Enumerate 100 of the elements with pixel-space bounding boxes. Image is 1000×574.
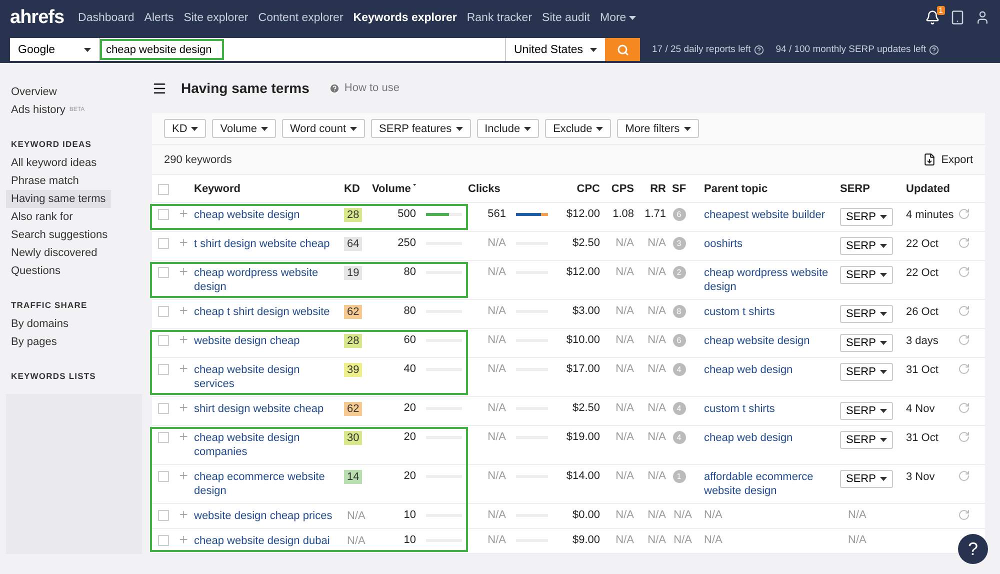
sidebar-item[interactable]: By pages: [6, 333, 62, 351]
refresh-icon[interactable]: [958, 470, 970, 482]
checkbox[interactable]: [158, 432, 169, 443]
sidebar-item[interactable]: Newly discovered: [6, 244, 102, 262]
add-icon[interactable]: [178, 305, 189, 316]
keyword-link[interactable]: website design cheap: [194, 334, 344, 348]
refresh-icon[interactable]: [958, 509, 970, 521]
nav-link[interactable]: Alerts: [144, 12, 174, 24]
column-header[interactable]: SF: [666, 182, 692, 194]
column-header[interactable]: CPS: [600, 182, 634, 194]
checkbox[interactable]: [158, 471, 169, 482]
refresh-icon[interactable]: [958, 402, 970, 414]
help-icon[interactable]: [754, 44, 764, 54]
filter-dropdown[interactable]: KD: [164, 119, 206, 138]
sidebar-item[interactable]: Ads history $^{BETA}$: [6, 101, 90, 119]
parent-topic-link[interactable]: cheap wordpress website design: [692, 266, 840, 294]
keyword-link[interactable]: cheap website design services: [194, 363, 344, 391]
refresh-icon[interactable]: [958, 431, 970, 443]
help-icon[interactable]: [929, 44, 940, 54]
sidebar-item[interactable]: All keyword ideas: [6, 154, 102, 172]
checkbox[interactable]: [158, 510, 169, 521]
sidebar-item[interactable]: Phrase match: [6, 172, 84, 190]
checkbox[interactable]: [158, 364, 169, 375]
checkbox[interactable]: [158, 267, 169, 278]
refresh-icon[interactable]: [958, 208, 970, 220]
serp-dropdown[interactable]: SERP: [840, 363, 893, 381]
filter-dropdown[interactable]: More filters: [617, 119, 699, 138]
add-icon[interactable]: [178, 431, 189, 442]
keyword-link[interactable]: cheap website design: [194, 208, 344, 222]
add-icon[interactable]: [178, 208, 189, 219]
column-header[interactable]: Updated: [900, 182, 976, 194]
sidebar-item[interactable]: Also rank for: [6, 208, 78, 226]
keyword-link[interactable]: cheap ecommerce website design: [194, 470, 344, 498]
keyword-link[interactable]: website design cheap prices: [194, 509, 344, 523]
sidebar-item[interactable]: Overview: [6, 83, 62, 101]
add-icon[interactable]: [178, 470, 189, 481]
parent-topic-link[interactable]: ooshirts: [692, 237, 840, 251]
country-dropdown[interactable]: United States: [505, 38, 605, 61]
checkbox[interactable]: [158, 238, 169, 249]
parent-topic-link[interactable]: cheapest website builder: [692, 208, 840, 222]
add-icon[interactable]: [178, 334, 189, 345]
parent-topic-link[interactable]: cheap web design: [692, 363, 840, 377]
serp-dropdown[interactable]: SERP: [840, 402, 893, 420]
serp-dropdown[interactable]: SERP: [840, 431, 893, 449]
refresh-icon[interactable]: [958, 266, 970, 278]
add-icon[interactable]: [178, 237, 189, 248]
logo[interactable]: ahrefs: [10, 6, 64, 28]
serp-dropdown[interactable]: SERP: [840, 266, 893, 284]
add-icon[interactable]: [178, 363, 189, 374]
nav-link[interactable]: Content explorer: [258, 12, 344, 24]
nav-link[interactable]: Site explorer: [184, 12, 248, 24]
sidebar-item[interactable]: Questions: [6, 262, 66, 280]
filter-dropdown[interactable]: Word count: [282, 119, 366, 138]
how-to-use-link[interactable]: How to use: [329, 82, 400, 94]
user-icon[interactable]: [975, 10, 990, 25]
column-header[interactable]: SERP: [840, 182, 900, 194]
checkbox[interactable]: [158, 335, 169, 346]
help-button[interactable]: ?: [958, 534, 988, 564]
refresh-icon[interactable]: [958, 305, 970, 317]
column-header[interactable]: RR: [634, 182, 666, 194]
keyword-link[interactable]: cheap website design companies: [194, 431, 344, 459]
keyword-link[interactable]: cheap website design dubai: [194, 534, 344, 548]
engine-dropdown[interactable]: Google: [10, 38, 100, 61]
keyword-link[interactable]: cheap t shirt design website: [194, 305, 344, 319]
checkbox[interactable]: [158, 403, 169, 414]
tablet-icon[interactable]: [950, 10, 965, 25]
serp-dropdown[interactable]: SERP: [840, 305, 893, 323]
search-button[interactable]: [605, 38, 640, 61]
refresh-icon[interactable]: [958, 363, 970, 375]
keyword-link[interactable]: shirt design website cheap: [194, 402, 344, 416]
column-header[interactable]: Volume: [372, 182, 416, 194]
parent-topic-link[interactable]: affordable ecommerce website design: [692, 470, 840, 498]
menu-icon[interactable]: [152, 80, 167, 96]
serp-dropdown[interactable]: SERP: [840, 334, 893, 352]
parent-topic-link[interactable]: cheap web design: [692, 431, 840, 445]
column-header[interactable]: KD: [344, 182, 372, 194]
sidebar-item[interactable]: By domains: [6, 315, 74, 333]
nav-link[interactable]: Site audit: [542, 12, 590, 24]
keyword-link[interactable]: cheap wordpress website design: [194, 266, 344, 294]
add-icon[interactable]: [178, 509, 189, 520]
nav-link[interactable]: Keywords explorer: [353, 12, 457, 24]
filter-dropdown[interactable]: Volume: [212, 119, 276, 138]
checkbox[interactable]: [158, 535, 169, 546]
filter-dropdown[interactable]: SERP features: [371, 119, 471, 138]
refresh-icon[interactable]: [958, 334, 970, 346]
filter-dropdown[interactable]: Include: [476, 119, 540, 138]
serp-dropdown[interactable]: SERP: [840, 237, 893, 255]
nav-link[interactable]: Dashboard: [78, 12, 134, 24]
column-header[interactable]: CPC: [554, 182, 600, 194]
filter-dropdown[interactable]: Exclude: [545, 119, 612, 138]
refresh-icon[interactable]: [958, 237, 970, 249]
sidebar-item[interactable]: Search suggestions: [6, 226, 113, 244]
checkbox[interactable]: [158, 306, 169, 317]
column-header[interactable]: Clicks: [468, 182, 506, 194]
serp-dropdown[interactable]: SERP: [840, 208, 893, 226]
serp-dropdown[interactable]: SERP: [840, 470, 893, 488]
column-header[interactable]: Keyword: [194, 182, 344, 194]
add-icon[interactable]: [178, 402, 189, 413]
keyword-link[interactable]: t shirt design website cheap: [194, 237, 344, 251]
select-all-checkbox[interactable]: [158, 184, 169, 194]
